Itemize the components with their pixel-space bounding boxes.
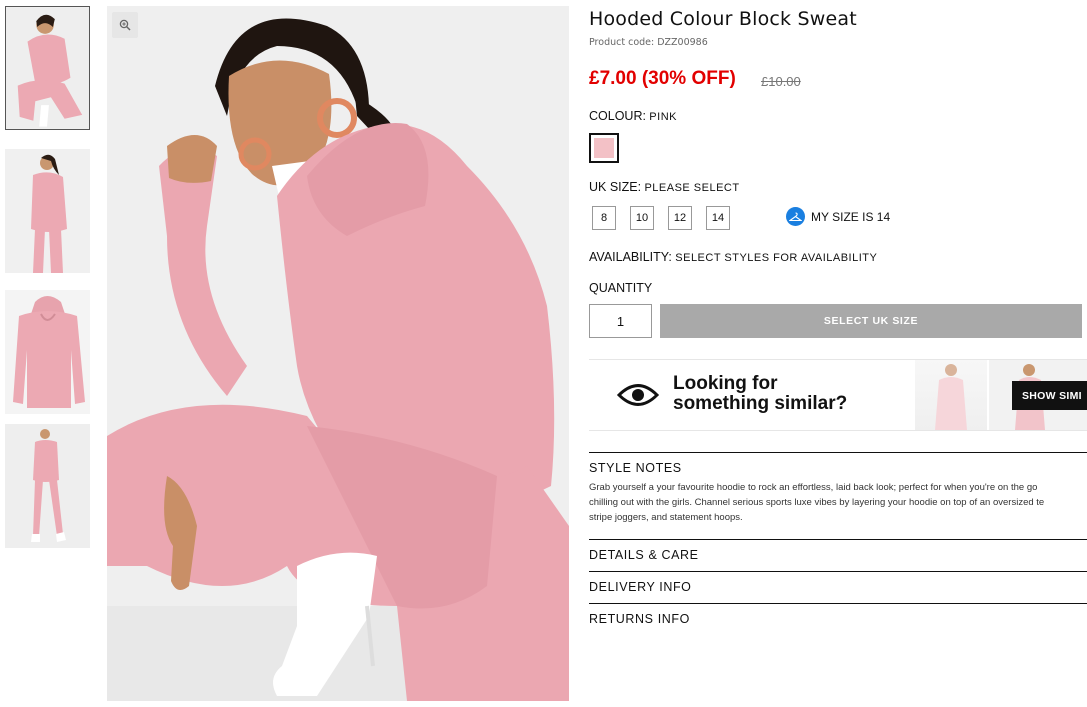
colour-label-row: COLOUR: PINK <box>589 109 677 123</box>
size-option-10[interactable]: 10 <box>630 206 654 230</box>
sale-price: £7.00 (30% OFF) <box>589 68 736 89</box>
thumbnail-image <box>5 424 90 548</box>
style-notes-line: stripe joggers, and statement hoops. <box>589 512 743 523</box>
similar-text: Looking for something similar? <box>673 374 847 414</box>
hanger-icon <box>786 207 805 226</box>
eye-icon <box>617 384 659 406</box>
style-notes-line: chilling out with the girls. Channel ser… <box>589 497 1045 508</box>
thumbnail-2[interactable] <box>5 149 90 273</box>
zoom-icon <box>119 19 131 31</box>
similar-line-1: Looking for <box>673 373 778 394</box>
style-notes-line: Grab yourself a your favourite hoodie to… <box>589 482 1038 493</box>
details-care-section[interactable]: DETAILS & CARE <box>589 539 1087 572</box>
colour-value: PINK <box>649 111 677 123</box>
model-illustration <box>107 6 569 701</box>
size-label: UK SIZE: <box>589 180 642 194</box>
delivery-info-heading[interactable]: DELIVERY INFO <box>589 572 1087 594</box>
product-title: Hooded Colour Block Sweat <box>589 8 857 30</box>
returns-info-heading[interactable]: RETURNS INFO <box>589 604 1087 626</box>
colour-swatch-pink[interactable] <box>589 133 619 163</box>
availability-row: AVAILABILITY: SELECT STYLES FOR AVAILABI… <box>589 250 877 264</box>
returns-info-section[interactable]: RETURNS INFO <box>589 603 1087 636</box>
availability-value: SELECT STYLES FOR AVAILABILITY <box>675 252 878 264</box>
delivery-info-section[interactable]: DELIVERY INFO <box>589 571 1087 604</box>
quantity-input[interactable] <box>589 304 652 338</box>
my-size-link[interactable]: MY SIZE IS 14 <box>786 207 890 226</box>
style-notes-section: STYLE NOTES Grab yourself a your favouri… <box>589 452 1087 540</box>
size-label-row: UK SIZE: PLEASE SELECT <box>589 180 740 194</box>
show-similar-button[interactable]: SHOW SIMI <box>1012 381 1087 410</box>
product-code: Product code: DZZ00986 <box>589 37 708 48</box>
colour-label: COLOUR: <box>589 109 646 123</box>
style-notes-body: Grab yourself a your favourite hoodie to… <box>589 480 1087 525</box>
thumbnail-1[interactable] <box>5 6 90 130</box>
thumbnail-3[interactable] <box>5 290 90 414</box>
select-size-button[interactable]: SELECT UK SIZE <box>660 304 1082 338</box>
size-value: PLEASE SELECT <box>644 182 740 194</box>
product-details: Hooded Colour Block Sweat Product code: … <box>589 0 1087 707</box>
size-option-14[interactable]: 14 <box>706 206 730 230</box>
quantity-label-row: QUANTITY <box>589 281 652 295</box>
thumbnail-image <box>5 290 90 414</box>
zoom-button[interactable] <box>112 12 138 38</box>
availability-label: AVAILABILITY: <box>589 250 672 264</box>
my-size-text: MY SIZE IS 14 <box>811 209 891 224</box>
details-care-heading[interactable]: DETAILS & CARE <box>589 540 1087 562</box>
size-option-12[interactable]: 12 <box>668 206 692 230</box>
quantity-label: QUANTITY <box>589 281 653 295</box>
similar-line-2: something similar? <box>673 393 848 414</box>
swatch-fill <box>594 138 614 158</box>
thumbnail-image <box>5 149 90 273</box>
size-option-8[interactable]: 8 <box>592 206 616 230</box>
thumbnail-4[interactable] <box>5 424 90 548</box>
similar-thumbnail-1 <box>915 360 987 430</box>
original-price: £10.00 <box>761 74 801 89</box>
style-notes-heading[interactable]: STYLE NOTES <box>589 453 1087 475</box>
similar-banner[interactable]: Looking for something similar? SHOW SIMI <box>589 359 1087 431</box>
main-product-image[interactable] <box>107 6 569 701</box>
thumbnail-image <box>6 7 89 129</box>
